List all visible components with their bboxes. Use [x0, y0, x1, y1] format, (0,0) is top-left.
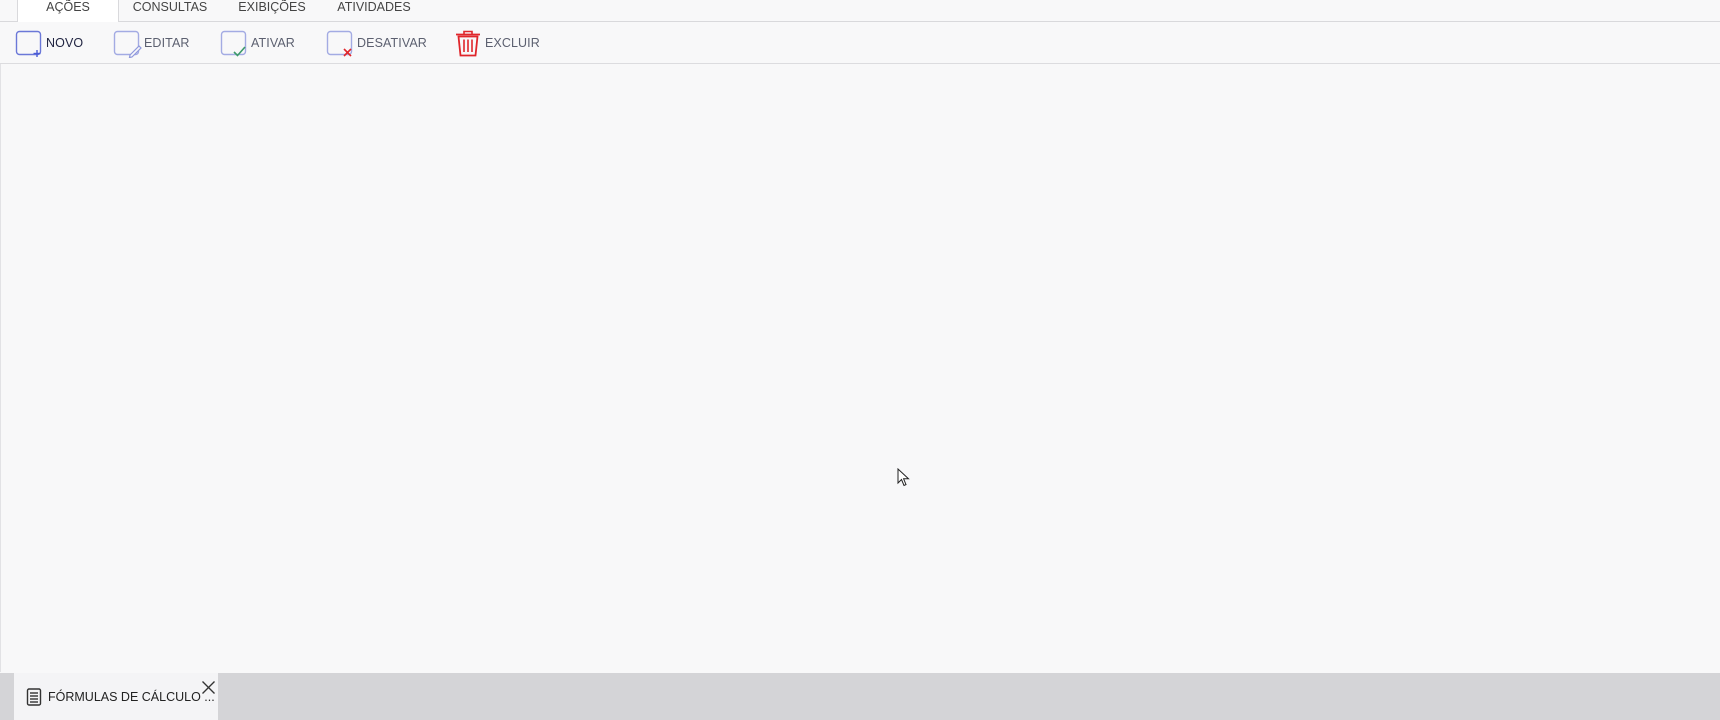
excluir-button[interactable]: EXCLUIR	[453, 28, 540, 58]
tab-exibicoes[interactable]: EXIBIÇÕES	[232, 0, 312, 21]
mouse-pointer-icon	[897, 468, 910, 487]
close-icon[interactable]	[201, 680, 216, 695]
tab-consultas[interactable]: CONSULTAS	[127, 0, 213, 21]
ativar-label: ATIVAR	[251, 36, 295, 50]
trash-icon	[456, 30, 480, 57]
excluir-label: EXCLUIR	[485, 36, 540, 50]
tab-atividades[interactable]: ATIVIDADES	[332, 0, 416, 21]
editar-label: EDITAR	[144, 36, 190, 50]
desativar-label: DESATIVAR	[357, 36, 427, 50]
ribbon-tab-bar: AÇÕES CONSULTAS EXIBIÇÕES ATIVIDADES	[0, 0, 1720, 22]
app-window: AÇÕES CONSULTAS EXIBIÇÕES ATIVIDADES NOV…	[0, 0, 1720, 720]
main-content-area[interactable]	[0, 64, 1720, 672]
deactivate-x-icon	[326, 30, 353, 57]
document-tab-bar: FÓRMULAS DE CÁLCULO ...	[0, 673, 1720, 720]
new-document-icon	[15, 30, 42, 57]
desativar-button[interactable]: DESATIVAR	[325, 28, 427, 58]
tab-acoes[interactable]: AÇÕES	[17, 0, 119, 22]
document-tab-label: FÓRMULAS DE CÁLCULO ...	[48, 689, 215, 704]
novo-label: NOVO	[46, 36, 84, 50]
document-tab-formulas[interactable]: FÓRMULAS DE CÁLCULO ...	[14, 673, 218, 720]
document-list-icon	[26, 687, 42, 706]
activate-check-icon	[220, 30, 247, 57]
edit-document-icon	[113, 30, 142, 58]
editar-button[interactable]: EDITAR	[112, 28, 190, 58]
ativar-button[interactable]: ATIVAR	[219, 28, 295, 58]
novo-button[interactable]: NOVO	[14, 28, 83, 58]
actions-toolbar: NOVO EDITAR ATIVAR DESATIVAR EXCLUIR	[0, 22, 1720, 64]
